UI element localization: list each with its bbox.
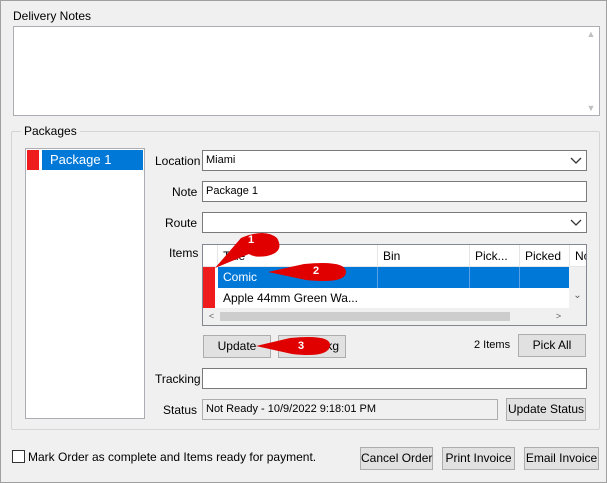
items-grid-vertical-scrollbar[interactable]: ⌄: [569, 267, 586, 310]
scroll-down-icon[interactable]: ⌄: [569, 290, 586, 301]
item-bin-cell[interactable]: [378, 267, 470, 288]
route-label: Route: [165, 216, 198, 230]
tracking-input[interactable]: [202, 368, 587, 389]
note-input[interactable]: Package 1: [202, 181, 587, 202]
item-picked-cell[interactable]: [520, 267, 571, 288]
package-color-swatch: [27, 150, 39, 170]
callout-marker-2: [268, 263, 346, 281]
status-label: Status: [163, 403, 198, 417]
scroll-left-icon[interactable]: <: [203, 308, 220, 325]
scroll-up-icon[interactable]: ▲: [583, 29, 599, 39]
items-grid-horizontal-scrollbar[interactable]: < >: [203, 308, 586, 325]
packages-group-label: Packages: [21, 124, 80, 138]
callout-number-2: 2: [312, 265, 320, 277]
delivery-notes-scrollbar[interactable]: ▲ ▼: [583, 27, 599, 115]
status-field: Not Ready - 10/9/2022 9:18:01 PM: [202, 399, 498, 420]
item-pick-cell[interactable]: [470, 288, 520, 309]
delivery-notes-label: Delivery Notes: [13, 9, 92, 23]
status-value: Not Ready - 10/9/2022 9:18:01 PM: [206, 403, 376, 415]
column-header-bin[interactable]: Bin: [378, 245, 470, 267]
mark-complete-label[interactable]: Mark Order as complete and Items ready f…: [28, 450, 316, 464]
table-row[interactable]: Apple 44mm Green Wa...: [203, 288, 571, 309]
column-header-picked[interactable]: Picked: [520, 245, 570, 267]
items-label: Items: [169, 246, 199, 260]
tracking-label: Tracking: [155, 372, 201, 386]
location-value: Miami: [206, 154, 236, 166]
chevron-down-icon[interactable]: [569, 154, 583, 168]
package-list-item[interactable]: Package 1: [27, 150, 143, 170]
cancel-order-button[interactable]: Cancel Order: [360, 447, 433, 470]
note-label: Note: [172, 185, 198, 199]
scroll-right-icon[interactable]: >: [550, 308, 567, 325]
item-bin-cell[interactable]: [378, 288, 470, 309]
mark-complete-checkbox[interactable]: [12, 450, 25, 463]
column-header-more[interactable]: Nc: [570, 245, 586, 267]
item-title-cell[interactable]: Apple 44mm Green Wa...: [218, 288, 378, 309]
packages-listbox[interactable]: Package 1: [25, 148, 145, 419]
chevron-down-icon[interactable]: [569, 216, 583, 230]
row-color-swatch: [203, 288, 215, 309]
item-pick-cell[interactable]: [470, 267, 520, 288]
note-value: Package 1: [206, 185, 258, 197]
print-invoice-button[interactable]: Print Invoice: [442, 447, 515, 470]
pick-all-button[interactable]: Pick All: [518, 334, 586, 357]
delivery-notes-textarea[interactable]: ▲ ▼: [13, 26, 600, 116]
scrollbar-thumb[interactable]: [220, 312, 510, 321]
email-invoice-button[interactable]: Email Invoice: [524, 447, 599, 470]
location-combobox[interactable]: Miami: [202, 150, 587, 171]
callout-number-3: 3: [297, 340, 305, 352]
update-status-button[interactable]: Update Status: [506, 398, 586, 421]
column-header-pick[interactable]: Pick...: [470, 245, 520, 267]
location-label: Location: [155, 154, 201, 168]
item-picked-cell[interactable]: [520, 288, 571, 309]
items-count-text: 2 Items: [474, 339, 511, 351]
package-item-label: Package 1: [42, 150, 143, 170]
scroll-down-icon[interactable]: ▼: [583, 103, 599, 113]
callout-number-1: 1: [247, 234, 255, 246]
